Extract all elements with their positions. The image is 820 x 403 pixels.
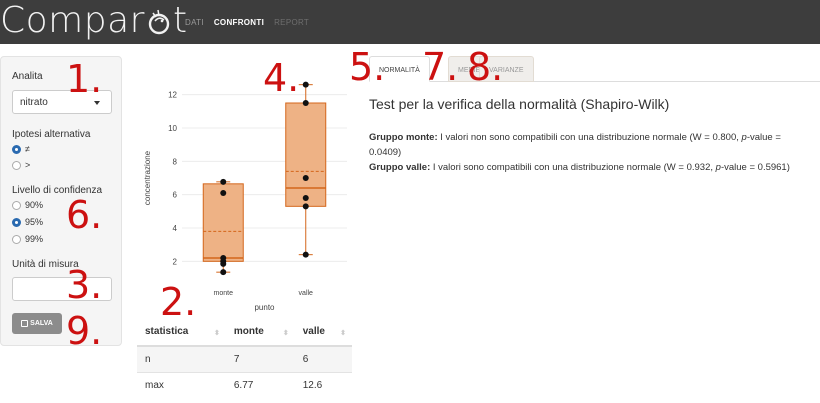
col-header-valle[interactable]: valle ⬍ bbox=[294, 318, 352, 347]
nav-link-report: REPORT bbox=[274, 17, 310, 27]
radio-ipotesi-neq[interactable]: ≠ bbox=[12, 144, 30, 154]
table-cell: 7 bbox=[225, 345, 295, 372]
data-point bbox=[220, 260, 227, 267]
result-valle: Gruppo valle: I valori sono compatibili … bbox=[369, 162, 790, 173]
data-point bbox=[302, 251, 309, 258]
boxplot-chart: 2 4 6 8 10 12 concentrazione monte valle punto bbox=[137, 60, 352, 315]
radio-indicator bbox=[12, 217, 21, 227]
annotation-number: 7. bbox=[422, 45, 459, 89]
radio-confidenza-90[interactable]: 90% bbox=[12, 200, 43, 210]
sort-icon: ⬍ bbox=[340, 330, 346, 337]
x-tick-label: valle bbox=[299, 290, 314, 297]
col-header-monte[interactable]: monte ⬍ bbox=[225, 318, 295, 347]
ipotesi-label: Ipotesi alternativa bbox=[12, 129, 91, 140]
y-tick-label: 6 bbox=[173, 191, 178, 200]
group-monte-label: Gruppo monte: bbox=[369, 132, 438, 143]
result-monte: Gruppo monte: I valori non sono compatib… bbox=[369, 132, 781, 158]
nav-link-confronti[interactable]: CONFRONTI bbox=[214, 18, 264, 27]
x-tick-label: monte bbox=[214, 290, 234, 297]
radio-indicator bbox=[12, 234, 21, 244]
floppy-icon bbox=[21, 320, 29, 327]
save-label: SALVA bbox=[30, 320, 53, 327]
test-title: Test per la verifica della normalità (Sh… bbox=[369, 96, 670, 112]
brand-logo[interactable]: Compar t bbox=[0, 0, 188, 43]
annotation-number: 9. bbox=[66, 309, 103, 353]
y-axis-label: concentrazione bbox=[143, 150, 152, 205]
x-axis-label: punto bbox=[254, 303, 275, 312]
data-point bbox=[220, 178, 227, 185]
results-text: Gruppo monte: I valori non sono compatib… bbox=[369, 130, 809, 175]
y-tick-label: 10 bbox=[168, 124, 177, 133]
save-button[interactable]: SALVA bbox=[12, 313, 62, 334]
table-cell: 12.6 bbox=[294, 371, 352, 398]
data-point bbox=[302, 195, 309, 201]
data-point bbox=[302, 203, 309, 210]
radio-indicator bbox=[12, 200, 21, 210]
navbar: Compar t DATI CONFRONTI REPORT bbox=[0, 0, 820, 44]
sort-icon: ⬍ bbox=[282, 330, 289, 337]
nav-link-dati[interactable]: DATI bbox=[185, 18, 204, 27]
bird-icon bbox=[148, 9, 170, 35]
radio-indicator bbox=[12, 144, 21, 154]
y-tick-label: 4 bbox=[173, 224, 178, 233]
annotation-number: 2. bbox=[160, 280, 197, 324]
data-point bbox=[302, 81, 309, 88]
annotation-number: 6. bbox=[66, 193, 103, 237]
box-valle bbox=[285, 102, 327, 207]
sidebar-panel: Analita nitrato Ipotesi alternativa ≠ > … bbox=[0, 56, 122, 346]
stats-table: statistica ⬍ monte ⬍ valle ⬍ n 7 6 max 6.77… bbox=[137, 318, 352, 398]
annotation-number: 1. bbox=[66, 57, 103, 101]
data-point bbox=[220, 269, 227, 276]
radio-label: 95% bbox=[25, 217, 44, 227]
analita-label: Analita bbox=[12, 71, 43, 82]
brand-prefix: Compar bbox=[0, 0, 145, 41]
data-point bbox=[220, 190, 227, 196]
data-point bbox=[302, 175, 309, 181]
radio-label: 99% bbox=[25, 234, 44, 244]
y-tick-label: 12 bbox=[168, 91, 177, 100]
radio-ipotesi-gt[interactable]: > bbox=[12, 160, 30, 170]
table-cell: 6.77 bbox=[225, 371, 295, 398]
sort-icon: ⬍ bbox=[213, 330, 220, 337]
chevron-down-icon bbox=[94, 101, 100, 105]
table-cell: 6 bbox=[294, 345, 352, 372]
boxplot-svg: 2 4 6 8 10 12 concentrazione monte valle punto bbox=[143, 81, 347, 312]
y-tick-label: 8 bbox=[173, 157, 178, 166]
radio-confidenza-99[interactable]: 99% bbox=[12, 234, 43, 244]
table-row: max 6.77 12.6 bbox=[137, 371, 352, 398]
radio-indicator bbox=[12, 160, 21, 170]
nav-links: DATI CONFRONTI REPORT bbox=[185, 0, 319, 44]
table-row: n 7 6 bbox=[137, 345, 352, 372]
table-cell: max bbox=[137, 371, 226, 398]
group-valle-label: Gruppo valle: bbox=[369, 162, 431, 173]
radio-label: ≠ bbox=[25, 144, 30, 154]
radio-label: 90% bbox=[25, 200, 44, 210]
annotation-number: 4. bbox=[263, 56, 300, 100]
y-tick-label: 2 bbox=[173, 257, 178, 266]
radio-label: > bbox=[25, 160, 31, 170]
table-cell: n bbox=[137, 345, 226, 372]
annotation-number: 5. bbox=[349, 45, 386, 89]
data-point bbox=[302, 100, 309, 106]
radio-confidenza-95[interactable]: 95% bbox=[12, 217, 43, 227]
annotation-number: 3. bbox=[66, 263, 103, 307]
analita-value: nitrato bbox=[20, 97, 48, 108]
annotation-number: 8. bbox=[467, 45, 504, 89]
